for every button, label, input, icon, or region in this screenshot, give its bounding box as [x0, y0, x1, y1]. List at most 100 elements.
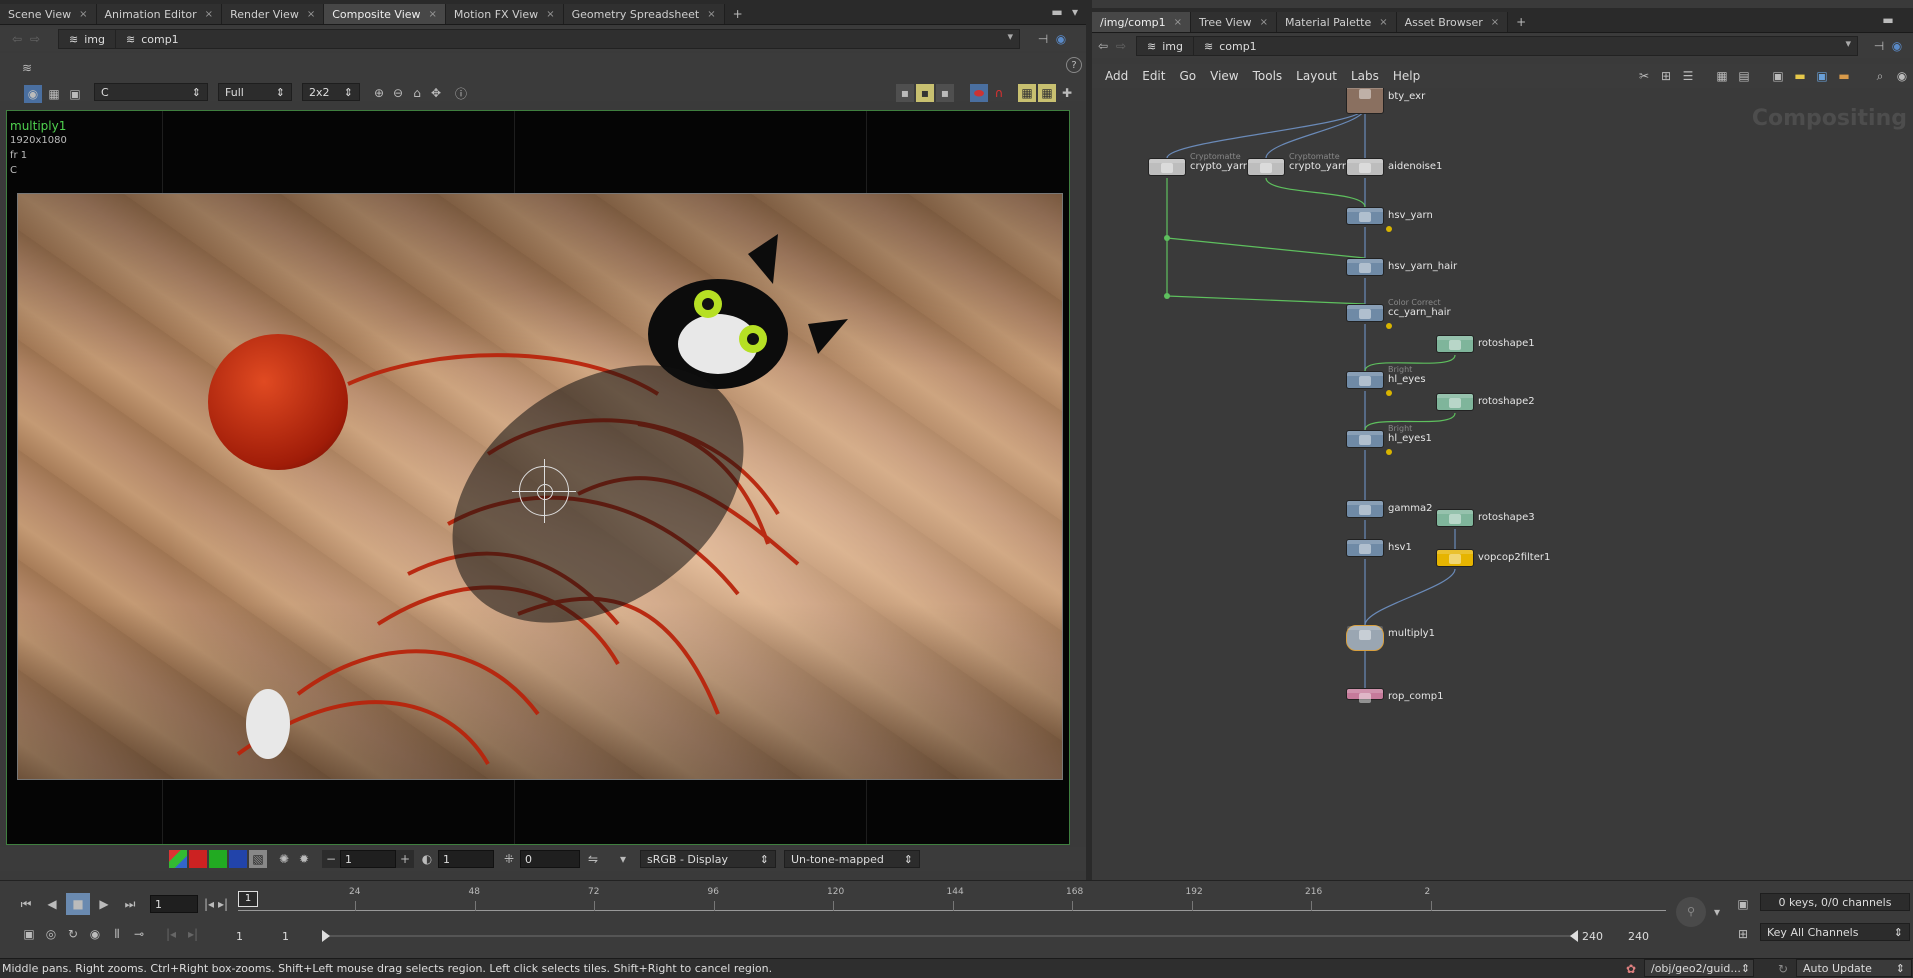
pin-icon[interactable]: ⊣ — [1034, 30, 1052, 48]
sticky-note-icon[interactable]: ▬ — [1791, 67, 1809, 85]
node-rop-comp1[interactable] — [1346, 688, 1384, 703]
tab-animation-editor[interactable]: Animation Editor × — [96, 4, 223, 24]
view-split-icon[interactable]: ▦ — [45, 85, 63, 103]
play-reverse-icon[interactable]: ◀ — [40, 893, 64, 915]
add-tab-icon[interactable]: + — [729, 5, 747, 23]
table-view-icon[interactable]: ▤ — [1735, 67, 1753, 85]
path-crumb-comp[interactable]: ≋ comp1 — [1192, 37, 1267, 55]
audio-icon[interactable]: ◎ — [42, 925, 60, 943]
transform-handle[interactable] — [512, 459, 576, 523]
exposure-field[interactable]: 1 — [340, 850, 396, 868]
range-end2-field[interactable]: 240 — [1624, 927, 1666, 945]
help-icon[interactable]: ? — [1066, 57, 1082, 73]
offset-field[interactable]: 0 — [520, 850, 580, 868]
menu-edit[interactable]: Edit — [1135, 69, 1172, 83]
path-crumb-img[interactable]: ≋ img — [59, 30, 115, 48]
search-icon[interactable]: ⌕ — [1871, 67, 1889, 85]
menu-go[interactable]: Go — [1172, 69, 1203, 83]
tab-render-view[interactable]: Render View × — [222, 4, 325, 24]
tab-geometry-spreadsheet[interactable]: Geometry Spreadsheet × — [563, 4, 725, 24]
wipe-icon[interactable]: ⬬ — [970, 84, 988, 102]
tiles-select[interactable]: 2x2 ⇕ — [302, 83, 360, 101]
forward-icon[interactable]: ⇨ — [1112, 37, 1130, 55]
tab-material-palette[interactable]: Material Palette × — [1276, 12, 1397, 32]
tonemap-select[interactable]: Un-tone-mapped ⇕ — [784, 850, 920, 868]
close-tab-icon[interactable]: × — [1491, 17, 1499, 28]
key-all-icon[interactable]: ⊞ — [1734, 925, 1752, 943]
tab-composite-view[interactable]: Composite View × — [324, 4, 446, 24]
snap-icon[interactable]: ∩ — [990, 84, 1008, 102]
timeline-ruler[interactable]: 1 24 48 72 96 120 144 168 192 216 2 — [238, 887, 1666, 917]
range-start-field[interactable]: 1 — [232, 927, 276, 945]
range-slider[interactable] — [322, 930, 1578, 942]
loop-icon[interactable]: ↻ — [64, 925, 82, 943]
brain-icon[interactable]: ✿ — [1622, 960, 1640, 978]
node-vopcop2filter1[interactable] — [1436, 549, 1474, 567]
tab-motion-fx-view[interactable]: Motion FX View × — [445, 4, 564, 24]
view-mode-icon[interactable]: ◉ — [24, 85, 42, 103]
list-icon[interactable]: ☰ — [1679, 67, 1697, 85]
back-icon[interactable]: ⇦ — [8, 30, 26, 48]
range-start2-field[interactable]: 1 — [278, 927, 322, 945]
gamma-icon[interactable]: ◐ — [418, 850, 436, 868]
display-select[interactable]: sRGB - Display ⇕ — [640, 850, 776, 868]
keys-info[interactable]: 0 keys, 0/0 channels — [1760, 893, 1910, 911]
keyframe-nav-icon[interactable]: ⚲ — [1676, 897, 1706, 927]
red-channel-icon[interactable] — [189, 850, 207, 868]
view-display-icon[interactable]: ▣ — [66, 85, 84, 103]
menu-tools[interactable]: Tools — [1246, 69, 1290, 83]
key-mode-select[interactable]: Key All Channels ⇕ — [1760, 923, 1910, 941]
link-icon[interactable]: ◉ — [1888, 37, 1906, 55]
fit-icon[interactable]: ✥ — [427, 84, 445, 102]
gamma-field[interactable]: 1 — [438, 850, 494, 868]
range-end-handle[interactable] — [1570, 930, 1578, 942]
pane-menu-icon[interactable]: ▬ — [1879, 11, 1897, 29]
image-viewer[interactable]: multiply1 1920x1080 fr 1 C — [6, 110, 1070, 845]
node-hsv-yarn-hair[interactable] — [1346, 258, 1384, 276]
tools-icon[interactable]: ✂ — [1635, 67, 1653, 85]
decrement-icon[interactable]: − — [322, 850, 340, 868]
layout-icon[interactable]: ⊞ — [1657, 67, 1675, 85]
update-mode-select[interactable]: Auto Update ⇕ — [1796, 959, 1912, 977]
zoom-in-icon[interactable]: ⊕ — [370, 84, 388, 102]
menu-view[interactable]: View — [1203, 69, 1245, 83]
path-crumb-img[interactable]: ≋ img — [1137, 37, 1193, 55]
network-box-icon[interactable]: ▣ — [1813, 67, 1831, 85]
compare-a-icon[interactable]: ▪ — [896, 84, 914, 102]
tab-tree-view[interactable]: Tree View × — [1191, 12, 1277, 32]
alpha-channel-icon[interactable]: ▧ — [249, 850, 267, 868]
dropdown-icon[interactable]: ▾ — [614, 850, 632, 868]
tab-img-comp1[interactable]: /img/comp1 × — [1092, 12, 1192, 32]
back-icon[interactable]: ⇦ — [1094, 37, 1112, 55]
node-bty-exr[interactable] — [1346, 88, 1384, 114]
close-tab-icon[interactable]: × — [546, 9, 554, 20]
node-hl-eyes[interactable] — [1346, 371, 1384, 389]
viewer-layers-icon[interactable]: ≋ — [18, 59, 36, 77]
plane-select[interactable]: C ⇕ — [94, 83, 208, 101]
range-start-handle[interactable] — [322, 930, 330, 942]
green-channel-icon[interactable] — [209, 850, 227, 868]
compare-c-icon[interactable]: ▪ — [936, 84, 954, 102]
node-crypto-yarn-hair[interactable] — [1148, 158, 1186, 176]
node-rotoshape3[interactable] — [1436, 509, 1474, 527]
tab-scene-view[interactable]: Scene View × — [0, 4, 97, 24]
camera-icon[interactable]: ◉ — [1893, 67, 1911, 85]
stop-icon[interactable]: ■ — [66, 893, 90, 915]
next-key-icon[interactable]: ▸| — [184, 925, 202, 943]
zoom-out-icon[interactable]: ⊖ — [389, 84, 407, 102]
node-rotoshape1[interactable] — [1436, 335, 1474, 353]
key-icon[interactable]: ⊸ — [130, 925, 148, 943]
pin-icon[interactable]: ⊣ — [1870, 37, 1888, 55]
home-icon[interactable]: ⌂ — [408, 84, 426, 102]
increment-icon[interactable]: + — [396, 850, 414, 868]
node-multiply1[interactable] — [1346, 625, 1384, 651]
close-tab-icon[interactable]: × — [307, 9, 315, 20]
resolution-select[interactable]: Full ⇕ — [218, 83, 292, 101]
close-tab-icon[interactable]: × — [205, 9, 213, 20]
node-aidenoise1[interactable] — [1346, 158, 1384, 176]
node-hsv-yarn[interactable] — [1346, 207, 1384, 225]
node-crypto-yarn[interactable] — [1247, 158, 1285, 176]
node-hl-eyes1[interactable] — [1346, 430, 1384, 448]
pane-arrow-icon[interactable]: ▾ — [1066, 3, 1084, 21]
current-frame-field[interactable]: 1 — [150, 895, 198, 913]
